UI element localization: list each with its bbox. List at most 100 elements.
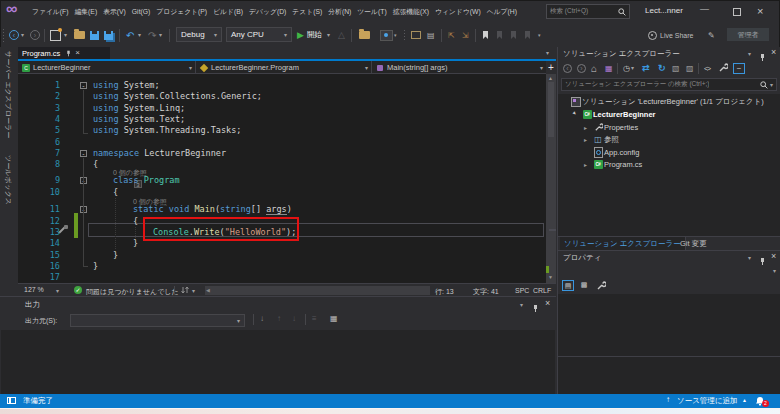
screenshot-chevron[interactable]: ▾ — [394, 23, 397, 47]
menu-4[interactable]: プロジェクト(P) — [153, 7, 210, 17]
doc-list-chevron-icon[interactable]: ▾ — [546, 50, 549, 56]
save-all-icon[interactable] — [104, 23, 113, 47]
bookmark-clear-icon[interactable] — [525, 23, 530, 47]
live-share-label[interactable]: Live Share — [660, 23, 693, 47]
breadcrumb-class[interactable]: LecturerBeginner.Program ▾ — [196, 61, 372, 74]
se-show-all-files-icon[interactable]: ▧ — [672, 62, 680, 74]
scroll-up-icon[interactable]: ▲ — [548, 75, 553, 81]
scroll-thumb[interactable] — [548, 82, 554, 137]
output-clear-icon[interactable]: ▦ — [330, 314, 338, 323]
pin-icon[interactable] — [66, 49, 72, 56]
add-to-source-control[interactable]: ソース管理に追加 — [677, 396, 738, 406]
output-menu-chevron-icon[interactable]: ▾ — [520, 302, 523, 308]
output-source-combo[interactable]: ▾ — [70, 314, 245, 327]
tree-item-4[interactable]: App.config — [558, 146, 780, 158]
platform-combo[interactable]: Any CPU▾ — [226, 27, 292, 42]
menu-2[interactable]: 表示(V) — [100, 7, 129, 17]
maximize-button[interactable] — [733, 8, 741, 16]
scroll-down-icon[interactable]: ▼ — [548, 274, 553, 280]
nav-doc2-icon[interactable]: ⇲ — [462, 23, 469, 47]
property-pages-wrench-icon[interactable] — [596, 281, 606, 291]
tab-close-icon[interactable]: × — [75, 49, 80, 57]
nav-doc1-icon[interactable]: ⇱ — [448, 23, 455, 47]
properties-menu-chevron-icon[interactable]: ▾ — [748, 255, 751, 261]
properties-close-icon[interactable]: × — [771, 251, 776, 261]
live-share-icon[interactable] — [648, 23, 657, 47]
add-item-folder-icon[interactable] — [359, 23, 370, 47]
se-collapse-all-icon[interactable]: − — [733, 62, 745, 74]
se-code-icon[interactable]: <> — [704, 62, 710, 74]
tree-item-3[interactable]: ▸◫参照 — [558, 134, 780, 146]
output-content[interactable] — [1, 330, 555, 394]
tab-git-changes[interactable]: Git 変更 — [680, 239, 707, 249]
categorized-icon[interactable]: ▤ — [562, 280, 574, 291]
nav-back-icon[interactable]: ‹ — [9, 23, 19, 47]
diff-icon[interactable] — [181, 286, 189, 294]
se-collapse-assets-icon[interactable]: ▨ — [686, 62, 694, 74]
output-goto-icon[interactable]: ↓ — [260, 314, 264, 323]
tree-item-5[interactable]: ▸C#Program.cs — [558, 159, 780, 171]
bookmark-icon[interactable] — [483, 23, 488, 47]
tab-solution-explorer[interactable]: ソリューション エクスプローラー — [560, 237, 686, 251]
se-forward-icon[interactable]: › — [577, 62, 586, 74]
breadcrumb-project[interactable]: C LecturerBeginner ▾ — [18, 61, 196, 74]
menu-12[interactable]: ヘルプ(H) — [484, 7, 520, 17]
alphabetical-icon[interactable]: ▩ — [578, 280, 590, 291]
menu-10[interactable]: 拡張機能(X) — [390, 7, 432, 17]
horizontal-scrollbar[interactable]: ◀ — [205, 286, 430, 295]
se-sync-icon[interactable]: ⇄ — [642, 62, 650, 74]
rail-tab-0[interactable]: サーバー エクスプローラー — [3, 51, 13, 138]
se-search-box[interactable]: ソリューション エクスプローラー の検索 (Ctrl+;) ▾ — [561, 78, 777, 91]
start-chevron[interactable]: ▾ — [327, 23, 330, 47]
menu-7[interactable]: テスト(S) — [289, 7, 325, 17]
feedback-icon[interactable]: ✎ — [708, 23, 715, 47]
output-prev-icon[interactable]: ↑ — [277, 314, 281, 323]
screenshot-icon[interactable] — [380, 23, 393, 47]
se-home-icon[interactable]: ⌂ — [591, 62, 597, 74]
save-icon[interactable] — [90, 23, 99, 47]
debug-config-combo[interactable]: Debug▾ — [176, 27, 222, 42]
nav-forward-icon[interactable]: › — [30, 23, 40, 47]
new-project-chevron[interactable]: ▾ — [64, 23, 67, 47]
source-control-chevron-icon[interactable]: ▲ — [742, 397, 747, 403]
output-next-icon[interactable]: ↓ — [292, 314, 296, 323]
breadcrumb-method[interactable]: Main(string[] args) ▾ — [372, 61, 546, 74]
bookmark-next-icon[interactable] — [511, 23, 516, 47]
minimize-button[interactable]: — — [700, 4, 709, 14]
tree-item-2[interactable]: ▸Properties — [558, 121, 780, 133]
redo-chevron[interactable]: ▾ — [159, 23, 162, 47]
menu-0[interactable]: ファイル(F) — [29, 7, 72, 17]
menu-3[interactable]: Git(G) — [129, 8, 154, 15]
nav-back-chevron[interactable]: ▾ — [21, 23, 24, 47]
undo-icon[interactable]: ↶ — [126, 23, 134, 47]
tree-item-1[interactable]: ▸C#LecturerBeginner — [558, 109, 780, 121]
close-button[interactable]: × — [757, 5, 763, 17]
tab-program-cs[interactable]: Program.cs × — [18, 47, 110, 59]
se-switch-views-icon[interactable]: ▦ — [605, 62, 613, 74]
se-menu-chevron-icon[interactable]: ▾ — [748, 51, 751, 57]
rail-tab-1[interactable]: ツールボックス — [3, 155, 13, 205]
se-pending-icon[interactable]: ◷▾ — [623, 62, 634, 74]
doc-copy-icon[interactable]: ▤ — [427, 23, 435, 47]
quick-search-box[interactable]: 検索 (Ctrl+Q) — [546, 4, 630, 19]
folder-outline-icon[interactable] — [411, 23, 421, 47]
redo-icon[interactable]: ↷ — [148, 23, 156, 47]
zoom-level[interactable]: 127 % — [24, 286, 44, 293]
menu-8[interactable]: 分析(N) — [325, 7, 354, 17]
new-project-icon[interactable] — [50, 23, 61, 47]
menu-6[interactable]: デバッグ(D) — [246, 7, 289, 17]
se-refresh-icon[interactable]: ↻ — [658, 62, 666, 74]
menu-1[interactable]: 編集(E) — [72, 7, 101, 17]
menu-9[interactable]: ツール(T) — [354, 7, 389, 17]
push-arrow-icon[interactable]: ↑ — [666, 395, 670, 404]
se-properties-wrench-icon[interactable] — [718, 62, 728, 74]
start-debug-button[interactable]: ▶開始 — [297, 23, 322, 47]
output-close-icon[interactable]: × — [545, 298, 550, 308]
hot-reload-icon[interactable]: △ — [338, 23, 345, 47]
editor-vertical-scrollbar[interactable]: ▲ ▼ — [546, 74, 556, 283]
tree-item-0[interactable]: ソリューション 'LecturerBeginner' (1/1 プロジェクト) — [558, 96, 780, 108]
open-folder-icon[interactable] — [74, 23, 85, 47]
output-wrap-icon[interactable]: ≡ — [312, 314, 317, 323]
menu-11[interactable]: ウィンドウ(W) — [432, 7, 484, 17]
toolbar-overflow-chevron[interactable]: ▾ — [538, 23, 541, 47]
